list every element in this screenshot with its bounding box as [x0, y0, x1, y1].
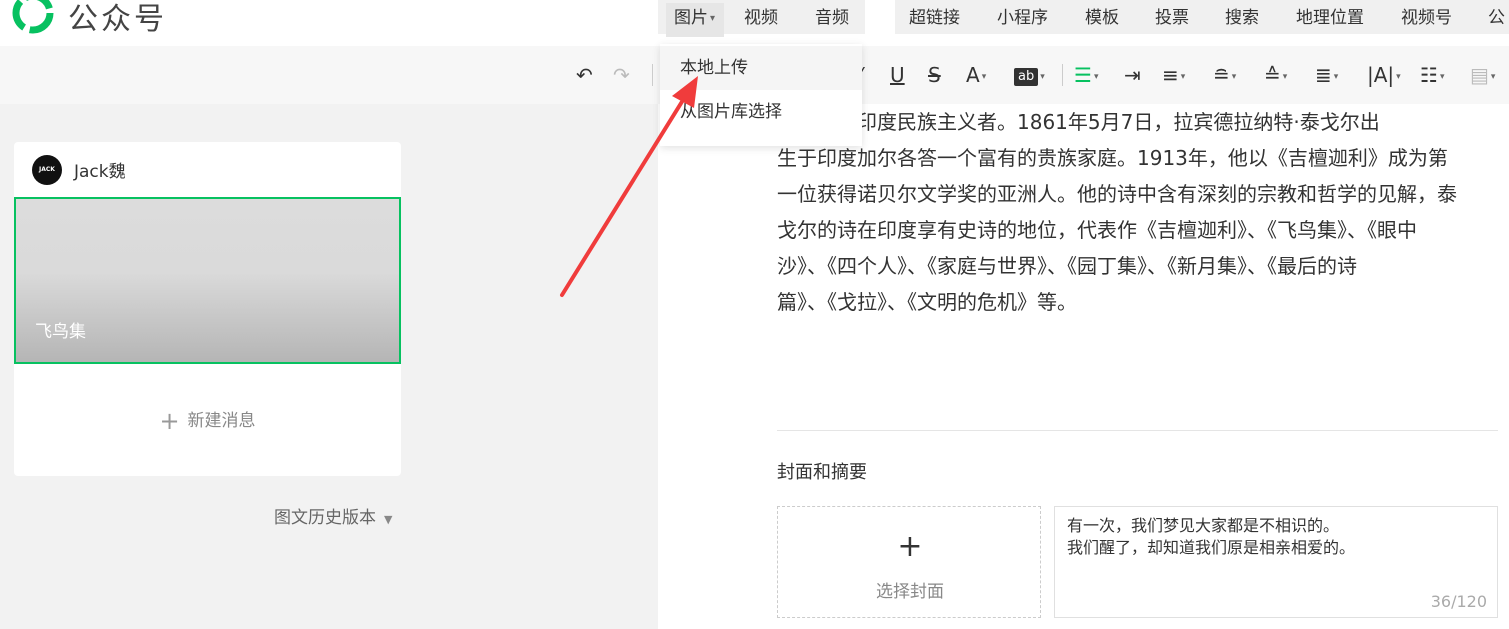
insert-hyperlink[interactable]: 超链接: [909, 3, 960, 28]
strikethrough-icon[interactable]: S: [928, 63, 941, 87]
body-line: 生于印度加尔各答一个富有的贵族家庭。1913年，他以《吉檀迦利》成为第: [777, 146, 1448, 170]
chevron-down-icon: ▾: [710, 12, 716, 24]
paragraph-spacing-before-button[interactable]: ≘ ▾: [1213, 63, 1236, 89]
font-color-button[interactable]: A ▾: [966, 63, 986, 89]
menu-gap: [865, 0, 895, 34]
body-line: 篇》、《戈拉》、《文明的危机》等。: [777, 290, 1077, 314]
line-height-button[interactable]: ≣ ▾: [1315, 63, 1338, 89]
chevron-down-icon: ▾: [1093, 71, 1099, 82]
wechat-logo-icon: [12, 0, 54, 34]
spacing-after-icon: ≙: [1264, 63, 1281, 87]
underline-icon[interactable]: U: [890, 63, 905, 87]
chevron-down-icon: ▾: [1040, 71, 1045, 82]
section-divider: [777, 430, 1498, 431]
insert-image-label: 图片: [674, 8, 708, 28]
chevron-down-icon: ▾: [1396, 71, 1401, 82]
bg-color-button[interactable]: ab ▾: [1014, 63, 1045, 89]
letter-spacing-icon: |A|: [1367, 63, 1395, 87]
insert-image-menu[interactable]: 图片 ▾: [666, 3, 724, 37]
indent-more-button[interactable]: ≡ ▾: [1162, 63, 1185, 89]
chevron-down-icon: ▾: [1490, 71, 1496, 82]
history-label: 图文历史版本: [274, 508, 376, 528]
summary-line: 我们醒了，却知道我们原是相亲相爱的。: [1067, 538, 1356, 557]
insert-vote[interactable]: 投票: [1155, 3, 1189, 28]
font-color-icon: A: [966, 63, 980, 87]
spacing-before-icon: ≘: [1213, 63, 1230, 87]
list-button[interactable]: ☷ ▾: [1420, 63, 1444, 89]
article-body[interactable]: 哲学家和印度民族主义者。1861年5月7日，拉宾德拉纳特·泰戈尔出 生于印度加尔…: [777, 104, 1502, 320]
line-height-icon: ≣: [1315, 63, 1332, 87]
avatar: JACK: [32, 155, 62, 185]
body-line: 戈尔的诗在印度享有史诗的地位，代表作《吉檀迦利》、《飞鸟集》、《眼中: [777, 218, 1417, 242]
insert-audio[interactable]: 音频: [815, 3, 849, 28]
more-format-button[interactable]: ▤ ▾: [1470, 63, 1495, 89]
plus-icon: +: [159, 407, 180, 435]
summary-line: 有一次，我们梦见大家都是不相识的。: [1067, 516, 1340, 535]
toolbar-separator: [1062, 64, 1063, 86]
image-dropdown-menu: 本地上传 从图片库选择: [660, 44, 862, 146]
indent-icon[interactable]: ⇥: [1124, 63, 1141, 87]
align-justify-icon: ☰: [1074, 63, 1092, 87]
chevron-down-icon: ▾: [1333, 71, 1339, 82]
chevron-down-icon: ▾: [1439, 71, 1445, 82]
redo-icon[interactable]: ↷: [613, 63, 630, 87]
summary-text: 有一次，我们梦见大家都是不相识的。 我们醒了，却知道我们原是相亲相爱的。: [1067, 515, 1355, 559]
chevron-down-icon: ▾: [1282, 71, 1288, 82]
insert-location[interactable]: 地理位置: [1296, 3, 1364, 28]
chevron-down-icon: ▾: [1180, 71, 1186, 82]
insert-search[interactable]: 搜索: [1225, 3, 1259, 28]
chevron-down-icon: ▾: [981, 71, 987, 82]
history-version-dropdown[interactable]: 图文历史版本 ▼: [274, 503, 392, 528]
insert-menu-bar: [658, 0, 1509, 34]
article-item-selected[interactable]: 飞鸟集: [14, 197, 401, 364]
insert-template[interactable]: 模板: [1085, 3, 1119, 28]
summary-textarea[interactable]: 有一次，我们梦见大家都是不相识的。 我们醒了，却知道我们原是相亲相爱的。 36/…: [1054, 506, 1498, 618]
article-title: 飞鸟集: [35, 322, 86, 342]
account-name: Jack魏: [74, 162, 126, 182]
brand-title: 公众号: [68, 2, 167, 37]
insert-video[interactable]: 视频: [744, 3, 778, 28]
list-icon: ☷: [1420, 63, 1438, 87]
plus-icon: +: [897, 529, 923, 564]
insert-miniprogram[interactable]: 小程序: [997, 3, 1048, 28]
caret-down-icon: ▼: [384, 513, 393, 526]
bg-color-icon: ab: [1014, 67, 1039, 86]
undo-icon[interactable]: ↶: [576, 63, 593, 87]
toolbar-separator: [652, 64, 653, 86]
insert-channels[interactable]: 视频号: [1401, 3, 1452, 28]
body-line: 一位获得诺贝尔文学奖的亚洲人。他的诗中含有深刻的宗教和哲学的见解，泰: [777, 182, 1457, 206]
body-line: 哲学家和印度民族主义者。1861年5月7日，拉宾德拉纳特·泰戈尔出: [777, 110, 1380, 134]
local-upload-option[interactable]: 本地上传: [660, 46, 862, 90]
select-cover-label: 选择封面: [876, 582, 944, 602]
cover-section-title: 封面和摘要: [777, 462, 867, 483]
paragraph-spacing-after-button[interactable]: ≙ ▾: [1264, 63, 1287, 89]
align-justify-button[interactable]: ☰ ▾: [1074, 63, 1098, 89]
letter-spacing-button[interactable]: |A| ▾: [1367, 63, 1401, 89]
editor-area[interactable]: 哲学家和印度民族主义者。1861年5月7日，拉宾德拉纳特·泰戈尔出 生于印度加尔…: [658, 104, 1509, 629]
insert-more[interactable]: 公: [1488, 3, 1505, 28]
article-list-card: JACK Jack魏 飞鸟集 + 新建消息: [14, 142, 401, 476]
select-cover-button[interactable]: + 选择封面: [777, 506, 1041, 618]
image-library-option[interactable]: 从图片库选择: [660, 90, 862, 134]
new-message-label: 新建消息: [187, 411, 256, 431]
new-message-button[interactable]: + 新建消息: [14, 406, 401, 435]
indent-more-icon: ≡: [1162, 63, 1179, 87]
body-line: 沙》、《四个人》、《家庭与世界》、《园丁集》、《新月集》、《最后的诗: [777, 254, 1357, 278]
summary-char-count: 36/120: [1430, 592, 1487, 611]
border-icon: ▤: [1470, 63, 1489, 87]
chevron-down-icon: ▾: [1231, 71, 1237, 82]
